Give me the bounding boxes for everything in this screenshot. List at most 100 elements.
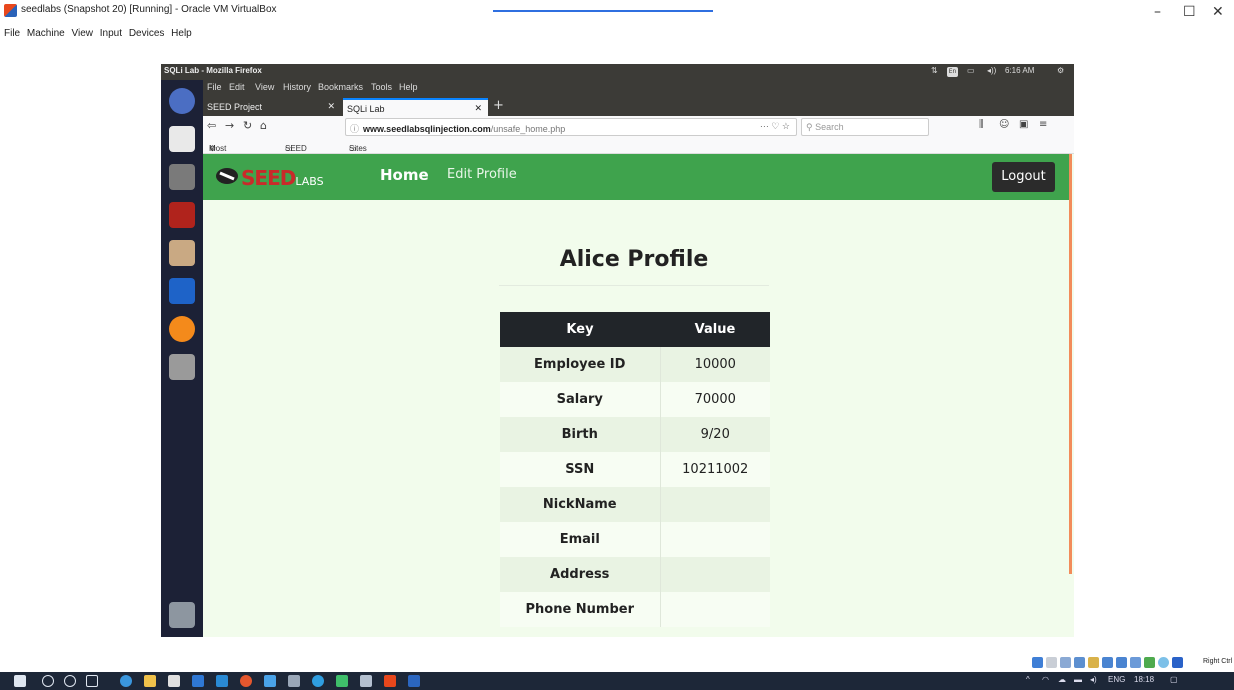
task-view-icon[interactable] [86, 675, 98, 687]
windows-start-icon[interactable] [14, 675, 26, 687]
host-menu-view[interactable]: View [72, 28, 94, 39]
ubuntu-launcher [161, 80, 203, 637]
volume-tray-icon[interactable]: ◂) [1090, 675, 1097, 684]
row-value [659, 522, 770, 557]
account-icon[interactable]: ☺ [999, 119, 1009, 130]
terminal-icon[interactable] [288, 675, 300, 687]
new-tab-button[interactable]: + [493, 98, 504, 113]
keyboard-indicator[interactable]: En [947, 67, 958, 77]
progress-line [493, 10, 713, 12]
menu-icon[interactable]: ≡ [1039, 119, 1047, 130]
mail-icon[interactable] [192, 675, 204, 687]
battery-icon[interactable]: ▭ [967, 66, 975, 75]
ff-menu-edit[interactable]: Edit [229, 82, 245, 92]
settings-gear-icon[interactable]: ⚙ [1057, 66, 1064, 75]
optical-drive-icon[interactable] [1046, 657, 1057, 668]
search-input[interactable]: ⚲ Search [801, 118, 929, 136]
usb-icon[interactable] [1088, 657, 1099, 668]
language-indicator[interactable]: ENG [1108, 675, 1125, 684]
maximize-button[interactable]: ☐ [1183, 5, 1196, 19]
ff-menu-history[interactable]: History [283, 82, 311, 92]
wifi-icon[interactable]: ◠ [1042, 675, 1049, 684]
nav-edit-profile-link[interactable]: Edit Profile [447, 167, 517, 182]
logout-button[interactable]: Logout [992, 162, 1055, 192]
tray-chevron-icon[interactable]: ^ [1026, 675, 1030, 684]
store-icon[interactable] [168, 675, 180, 687]
seed-labs-logo[interactable]: SEEDLABS [241, 166, 324, 190]
close-button[interactable]: ✕ [1212, 5, 1224, 19]
taskbar-clock[interactable]: 18:18 [1134, 675, 1154, 684]
shared-folders-icon[interactable] [1102, 657, 1113, 668]
navigation-toolbar: ⇦ → ↻ ⌂ ⓘ www.seedlabsqlinjection.com/uns… [203, 116, 1074, 138]
host-menu-devices[interactable]: Devices [129, 28, 165, 39]
library-icon[interactable]: ⫼ [979, 119, 984, 130]
clock[interactable]: 6:16 AM [1005, 66, 1034, 75]
hard-disk-icon[interactable] [1032, 657, 1043, 668]
tab-sqli-lab[interactable]: SQLi Lab ✕ [343, 98, 488, 116]
firefox-menu-bar: File Edit View History Bookmarks Tools H… [203, 80, 1074, 96]
table-row: NickName [500, 487, 770, 522]
host-menu-input[interactable]: Input [100, 28, 122, 39]
edge-icon[interactable] [120, 675, 132, 687]
firefox-taskbar-icon[interactable] [240, 675, 252, 687]
chrome-icon[interactable] [312, 675, 324, 687]
sublime-icon[interactable] [165, 160, 199, 194]
recording-icon[interactable] [1130, 657, 1141, 668]
system-settings-icon[interactable] [165, 350, 199, 384]
vscode-icon[interactable] [216, 675, 228, 687]
reload-button[interactable]: ↻ [243, 119, 252, 132]
site-navbar: SEEDLABS Home Edit Profile Logout [203, 154, 1069, 200]
virtualbox-taskbar-icon[interactable] [384, 675, 396, 687]
terminal-red-icon[interactable] [165, 198, 199, 232]
mouse-integration-icon[interactable] [1158, 657, 1169, 668]
wireshark-icon[interactable] [165, 274, 199, 308]
home-icon[interactable]: ⌂ [260, 119, 267, 132]
ff-menu-tools[interactable]: Tools [371, 82, 392, 92]
back-button[interactable]: ⇦ [207, 119, 216, 132]
tab-seed-project[interactable]: SEED Project ✕ [203, 98, 341, 116]
cortana-icon[interactable] [64, 675, 76, 687]
ff-menu-file[interactable]: File [207, 82, 222, 92]
dash-home-icon[interactable] [165, 84, 199, 118]
network-tray-icon[interactable]: ▬ [1074, 675, 1082, 684]
host-menu-machine[interactable]: Machine [27, 28, 65, 39]
audio-icon[interactable] [1060, 657, 1071, 668]
file-explorer-icon[interactable] [144, 675, 156, 687]
display-icon[interactable] [1116, 657, 1127, 668]
onedrive-icon[interactable]: ☁ [1058, 675, 1066, 684]
text-editor-icon[interactable] [165, 122, 199, 156]
host-menu-file[interactable]: File [4, 28, 20, 39]
network-icon[interactable] [1074, 657, 1085, 668]
files-icon[interactable] [165, 236, 199, 270]
host-menu-help[interactable]: Help [171, 28, 192, 39]
ff-menu-view[interactable]: View [255, 82, 274, 92]
word-icon[interactable] [408, 675, 420, 687]
cpu-icon[interactable] [1144, 657, 1155, 668]
keyboard-capture-icon[interactable] [1172, 657, 1183, 668]
sidebar-icon[interactable]: ▣ [1019, 119, 1028, 130]
volume-icon[interactable]: ◂)) [987, 66, 996, 75]
git-icon[interactable] [360, 675, 372, 687]
close-tab-icon[interactable]: ✕ [327, 101, 335, 112]
nav-home-link[interactable]: Home [380, 166, 429, 184]
network-updown-icon[interactable]: ⇅ [931, 66, 938, 75]
logo-sub: LABS [295, 175, 324, 188]
notifications-icon[interactable]: ▢ [1170, 675, 1178, 684]
page-actions-icon[interactable]: ··· ♡ ☆ [760, 121, 790, 132]
close-tab-icon[interactable]: ✕ [474, 103, 482, 114]
site-info-icon[interactable]: ⓘ [350, 124, 359, 134]
page-title: Alice Profile [559, 247, 709, 272]
trash-icon[interactable] [165, 598, 199, 632]
url-bar[interactable]: ⓘ www.seedlabsqlinjection.com/unsafe_home… [345, 118, 797, 136]
url-host: www.seedlabsqlinjection.com [363, 124, 491, 134]
firefox-icon[interactable] [165, 312, 199, 346]
forward-button[interactable]: → [225, 119, 234, 132]
todo-icon[interactable] [264, 675, 276, 687]
ff-menu-bookmarks[interactable]: Bookmarks [318, 82, 363, 92]
search-icon[interactable] [42, 675, 54, 687]
ff-menu-help[interactable]: Help [399, 82, 418, 92]
scrollbar[interactable] [1069, 154, 1072, 574]
app-icon[interactable] [336, 675, 348, 687]
row-key: Address [500, 557, 660, 592]
minimize-button[interactable]: – [1154, 5, 1161, 19]
